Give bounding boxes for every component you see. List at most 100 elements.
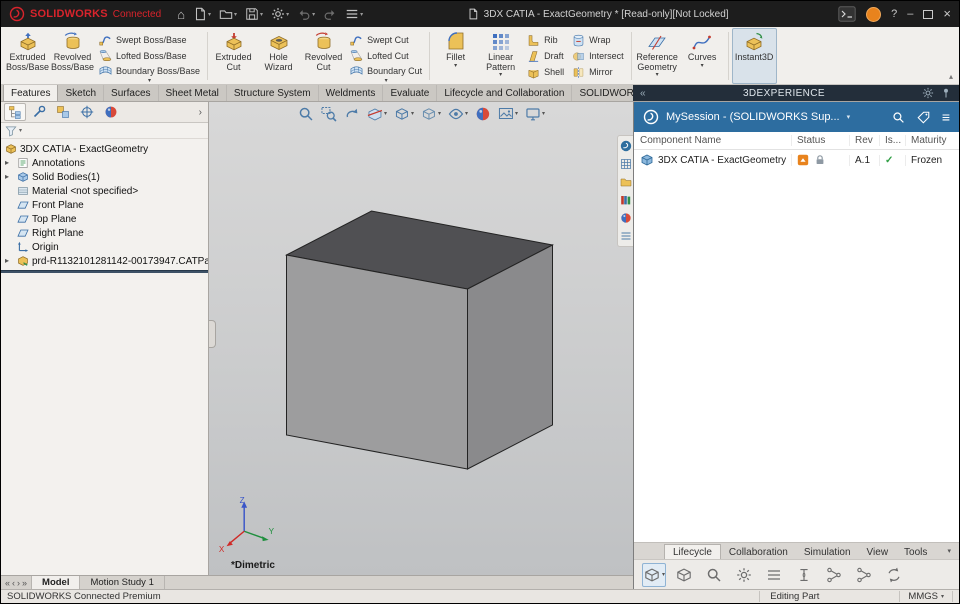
panel-collapse-icon[interactable] xyxy=(640,88,646,99)
taskpane-custom-properties-icon[interactable] xyxy=(620,158,632,170)
column-maturity[interactable]: Maturity xyxy=(905,135,953,146)
motion-study-tab[interactable]: Motion Study 1 xyxy=(80,576,165,589)
shell-button[interactable]: Shell xyxy=(523,64,568,80)
relations-button[interactable] xyxy=(852,563,876,587)
new-document-button[interactable] xyxy=(191,4,213,24)
tab-weldments[interactable]: Weldments xyxy=(319,85,384,101)
taskpane-appearances-icon[interactable] xyxy=(620,212,632,224)
options-button[interactable] xyxy=(269,4,291,24)
help-icon[interactable] xyxy=(891,8,897,20)
tag-icon[interactable] xyxy=(917,111,930,124)
tab-lifecycle[interactable]: Lifecycle xyxy=(664,544,721,559)
next-tab-icon[interactable] xyxy=(17,578,20,588)
tree-item-solid-bodies[interactable]: Solid Bodies(1) xyxy=(1,170,208,184)
panel-pin-icon[interactable] xyxy=(940,87,952,99)
propertymanager-tab[interactable] xyxy=(28,103,50,121)
open-button[interactable] xyxy=(217,4,239,24)
component-table-row[interactable]: 3DX CATIA - ExactGeometry A.1 Frozen xyxy=(634,150,959,170)
model-tab[interactable]: Model xyxy=(32,576,81,589)
column-status[interactable]: Status xyxy=(791,135,849,146)
column-component-name[interactable]: Component Name xyxy=(640,135,791,146)
update-button[interactable] xyxy=(882,563,906,587)
panel-gear-icon[interactable] xyxy=(922,87,934,99)
tree-item-root[interactable]: 3DX CATIA - ExactGeometry xyxy=(1,142,208,156)
home-button[interactable] xyxy=(175,4,187,24)
lofted-boss-button[interactable]: Lofted Boss/Base xyxy=(95,48,204,64)
tree-item-front-plane[interactable]: Front Plane xyxy=(1,198,208,212)
explore-button[interactable] xyxy=(702,563,726,587)
previous-tab-icon[interactable] xyxy=(12,578,15,588)
manager-strip-chevron-icon[interactable] xyxy=(199,107,205,118)
reference-geometry-button[interactable]: Reference Geometry xyxy=(635,28,680,84)
save-button[interactable] xyxy=(243,4,265,24)
redo-button[interactable] xyxy=(321,4,339,24)
list-view-button[interactable] xyxy=(762,563,786,587)
restore-button[interactable] xyxy=(923,9,934,19)
filter-funnel-icon[interactable] xyxy=(5,125,17,137)
close-button[interactable] xyxy=(943,8,951,20)
last-tab-icon[interactable] xyxy=(22,578,27,588)
taskpane-resources-icon[interactable] xyxy=(620,140,632,152)
instant3d-button[interactable]: Instant3D xyxy=(731,28,777,84)
hole-wizard-button[interactable]: Hole Wizard xyxy=(256,28,301,84)
structure-button[interactable] xyxy=(822,563,846,587)
expand-arrow-icon[interactable] xyxy=(5,257,14,265)
extruded-boss-button[interactable]: Extruded Boss/Base xyxy=(5,28,50,84)
fillet-button[interactable]: Fillet xyxy=(433,28,478,84)
tree-item-material[interactable]: Material <not specified> xyxy=(1,184,208,198)
tree-item-annotations[interactable]: Annotations xyxy=(1,156,208,170)
boundary-boss-button[interactable]: Boundary Boss/Base xyxy=(95,63,204,79)
taskpane-view-palette-icon[interactable] xyxy=(620,230,632,242)
expand-arrow-icon[interactable] xyxy=(5,173,14,181)
tab-simulation[interactable]: Simulation xyxy=(796,545,859,559)
graphics-viewport[interactable]: Z Y X *Dimetric xyxy=(209,102,633,575)
rollback-bar[interactable] xyxy=(1,270,208,273)
tab-solidworks-addins[interactable]: SOLIDWORKS Add-Ins xyxy=(572,85,633,101)
first-tab-icon[interactable] xyxy=(5,578,10,588)
panel-splitter-handle[interactable] xyxy=(209,320,216,348)
new-component-button[interactable] xyxy=(642,562,666,587)
curves-button[interactable]: Curves xyxy=(680,28,725,84)
wrap-button[interactable]: Wrap xyxy=(568,32,628,48)
menu-icon[interactable] xyxy=(942,111,950,123)
tab-collaboration[interactable]: Collaboration xyxy=(721,545,796,559)
intersect-button[interactable]: Intersect xyxy=(568,48,628,64)
undo-button[interactable] xyxy=(295,4,317,24)
tree-item-top-plane[interactable]: Top Plane xyxy=(1,212,208,226)
tree-item-origin[interactable]: Origin xyxy=(1,240,208,254)
open-component-button[interactable] xyxy=(672,563,696,587)
unit-system-selector[interactable]: MMGS xyxy=(899,591,953,602)
tab-structure-system[interactable]: Structure System xyxy=(227,85,319,101)
column-is[interactable]: Is... xyxy=(879,135,905,146)
user-avatar[interactable] xyxy=(866,6,882,22)
tab-evaluate[interactable]: Evaluate xyxy=(383,85,438,101)
dropdown-caret-icon[interactable] xyxy=(148,79,151,84)
launcher-icon[interactable] xyxy=(838,6,856,22)
tree-item-catpart[interactable]: prd-R1132101281142-00173947.CATPart<1> -… xyxy=(1,254,208,268)
selection-filter-button[interactable] xyxy=(343,4,365,24)
tree-item-right-plane[interactable]: Right Plane xyxy=(1,226,208,240)
dropdown-caret-icon[interactable] xyxy=(847,113,851,121)
swept-cut-button[interactable]: Swept Cut xyxy=(346,32,426,48)
tab-sheet-metal[interactable]: Sheet Metal xyxy=(159,85,227,101)
tabs-overflow-icon[interactable] xyxy=(947,547,951,555)
dimxpertmanager-tab[interactable] xyxy=(76,103,98,121)
expand-arrow-icon[interactable] xyxy=(5,159,14,167)
session-name[interactable]: MySession - (SOLIDWORKS Sup... xyxy=(666,111,840,123)
extruded-cut-button[interactable]: Extruded Cut xyxy=(211,28,256,84)
search-icon[interactable] xyxy=(892,111,905,124)
tab-view[interactable]: View xyxy=(859,545,897,559)
swept-boss-button[interactable]: Swept Boss/Base xyxy=(95,32,204,48)
tab-features[interactable]: Features xyxy=(3,85,59,101)
rib-button[interactable]: Rib xyxy=(523,32,568,48)
tab-tools[interactable]: Tools xyxy=(896,545,935,559)
taskpane-design-library-icon[interactable] xyxy=(620,194,632,206)
configurationmanager-tab[interactable] xyxy=(52,103,74,121)
boundary-cut-button[interactable]: Boundary Cut xyxy=(346,63,426,79)
displaymanager-tab[interactable] xyxy=(100,103,122,121)
linear-pattern-button[interactable]: Linear Pattern xyxy=(478,28,523,84)
column-rev[interactable]: Rev xyxy=(849,135,879,146)
mirror-button[interactable]: Mirror xyxy=(568,64,628,80)
taskpane-file-explorer-icon[interactable] xyxy=(620,176,632,188)
dropdown-caret-icon[interactable] xyxy=(385,79,388,84)
